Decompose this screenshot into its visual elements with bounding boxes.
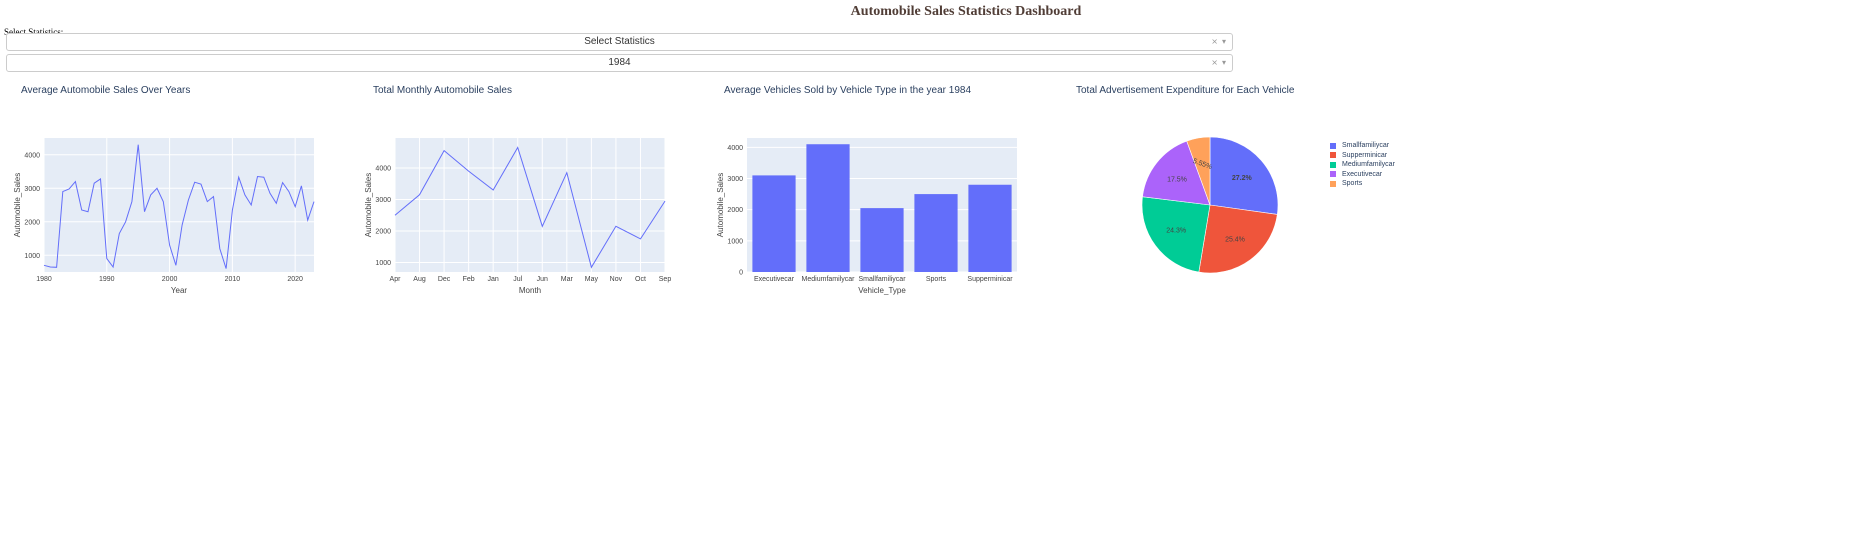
legend-swatch [1330, 180, 1336, 187]
legend-label: Sports [1342, 180, 1363, 188]
legend-swatch [1330, 161, 1336, 168]
legend-item[interactable]: Smallfamiliycar [1330, 141, 1395, 151]
ad-expenditure-pie-chart: 27.2%25.4%24.3%17.5%5.55% [1141, 136, 1279, 274]
legend-swatch [1330, 142, 1336, 149]
pie-slice-label: 24.3% [1166, 228, 1186, 235]
legend-item[interactable]: Executivecar [1330, 170, 1395, 180]
legend-item[interactable]: Sports [1330, 179, 1395, 189]
legend-swatch [1330, 152, 1336, 159]
legend-label: Smallfamiliycar [1342, 142, 1390, 150]
legend-item[interactable]: Mediumfamilycar [1330, 160, 1395, 170]
legend-item[interactable]: Supperminicar [1330, 151, 1395, 161]
pie-legend: Smallfamiliycar Supperminicar Mediumfamily… [1330, 141, 1395, 189]
legend-label: Executivecar [1342, 170, 1383, 178]
pie-slice-label: 17.5% [1167, 176, 1187, 183]
pie-slice-label: 25.4% [1225, 237, 1245, 244]
legend-swatch [1330, 171, 1336, 178]
pie-slice-label: 27.2% [1232, 175, 1253, 182]
legend-label: Mediumfamilycar [1342, 161, 1395, 169]
legend-label: Supperminicar [1342, 151, 1388, 159]
